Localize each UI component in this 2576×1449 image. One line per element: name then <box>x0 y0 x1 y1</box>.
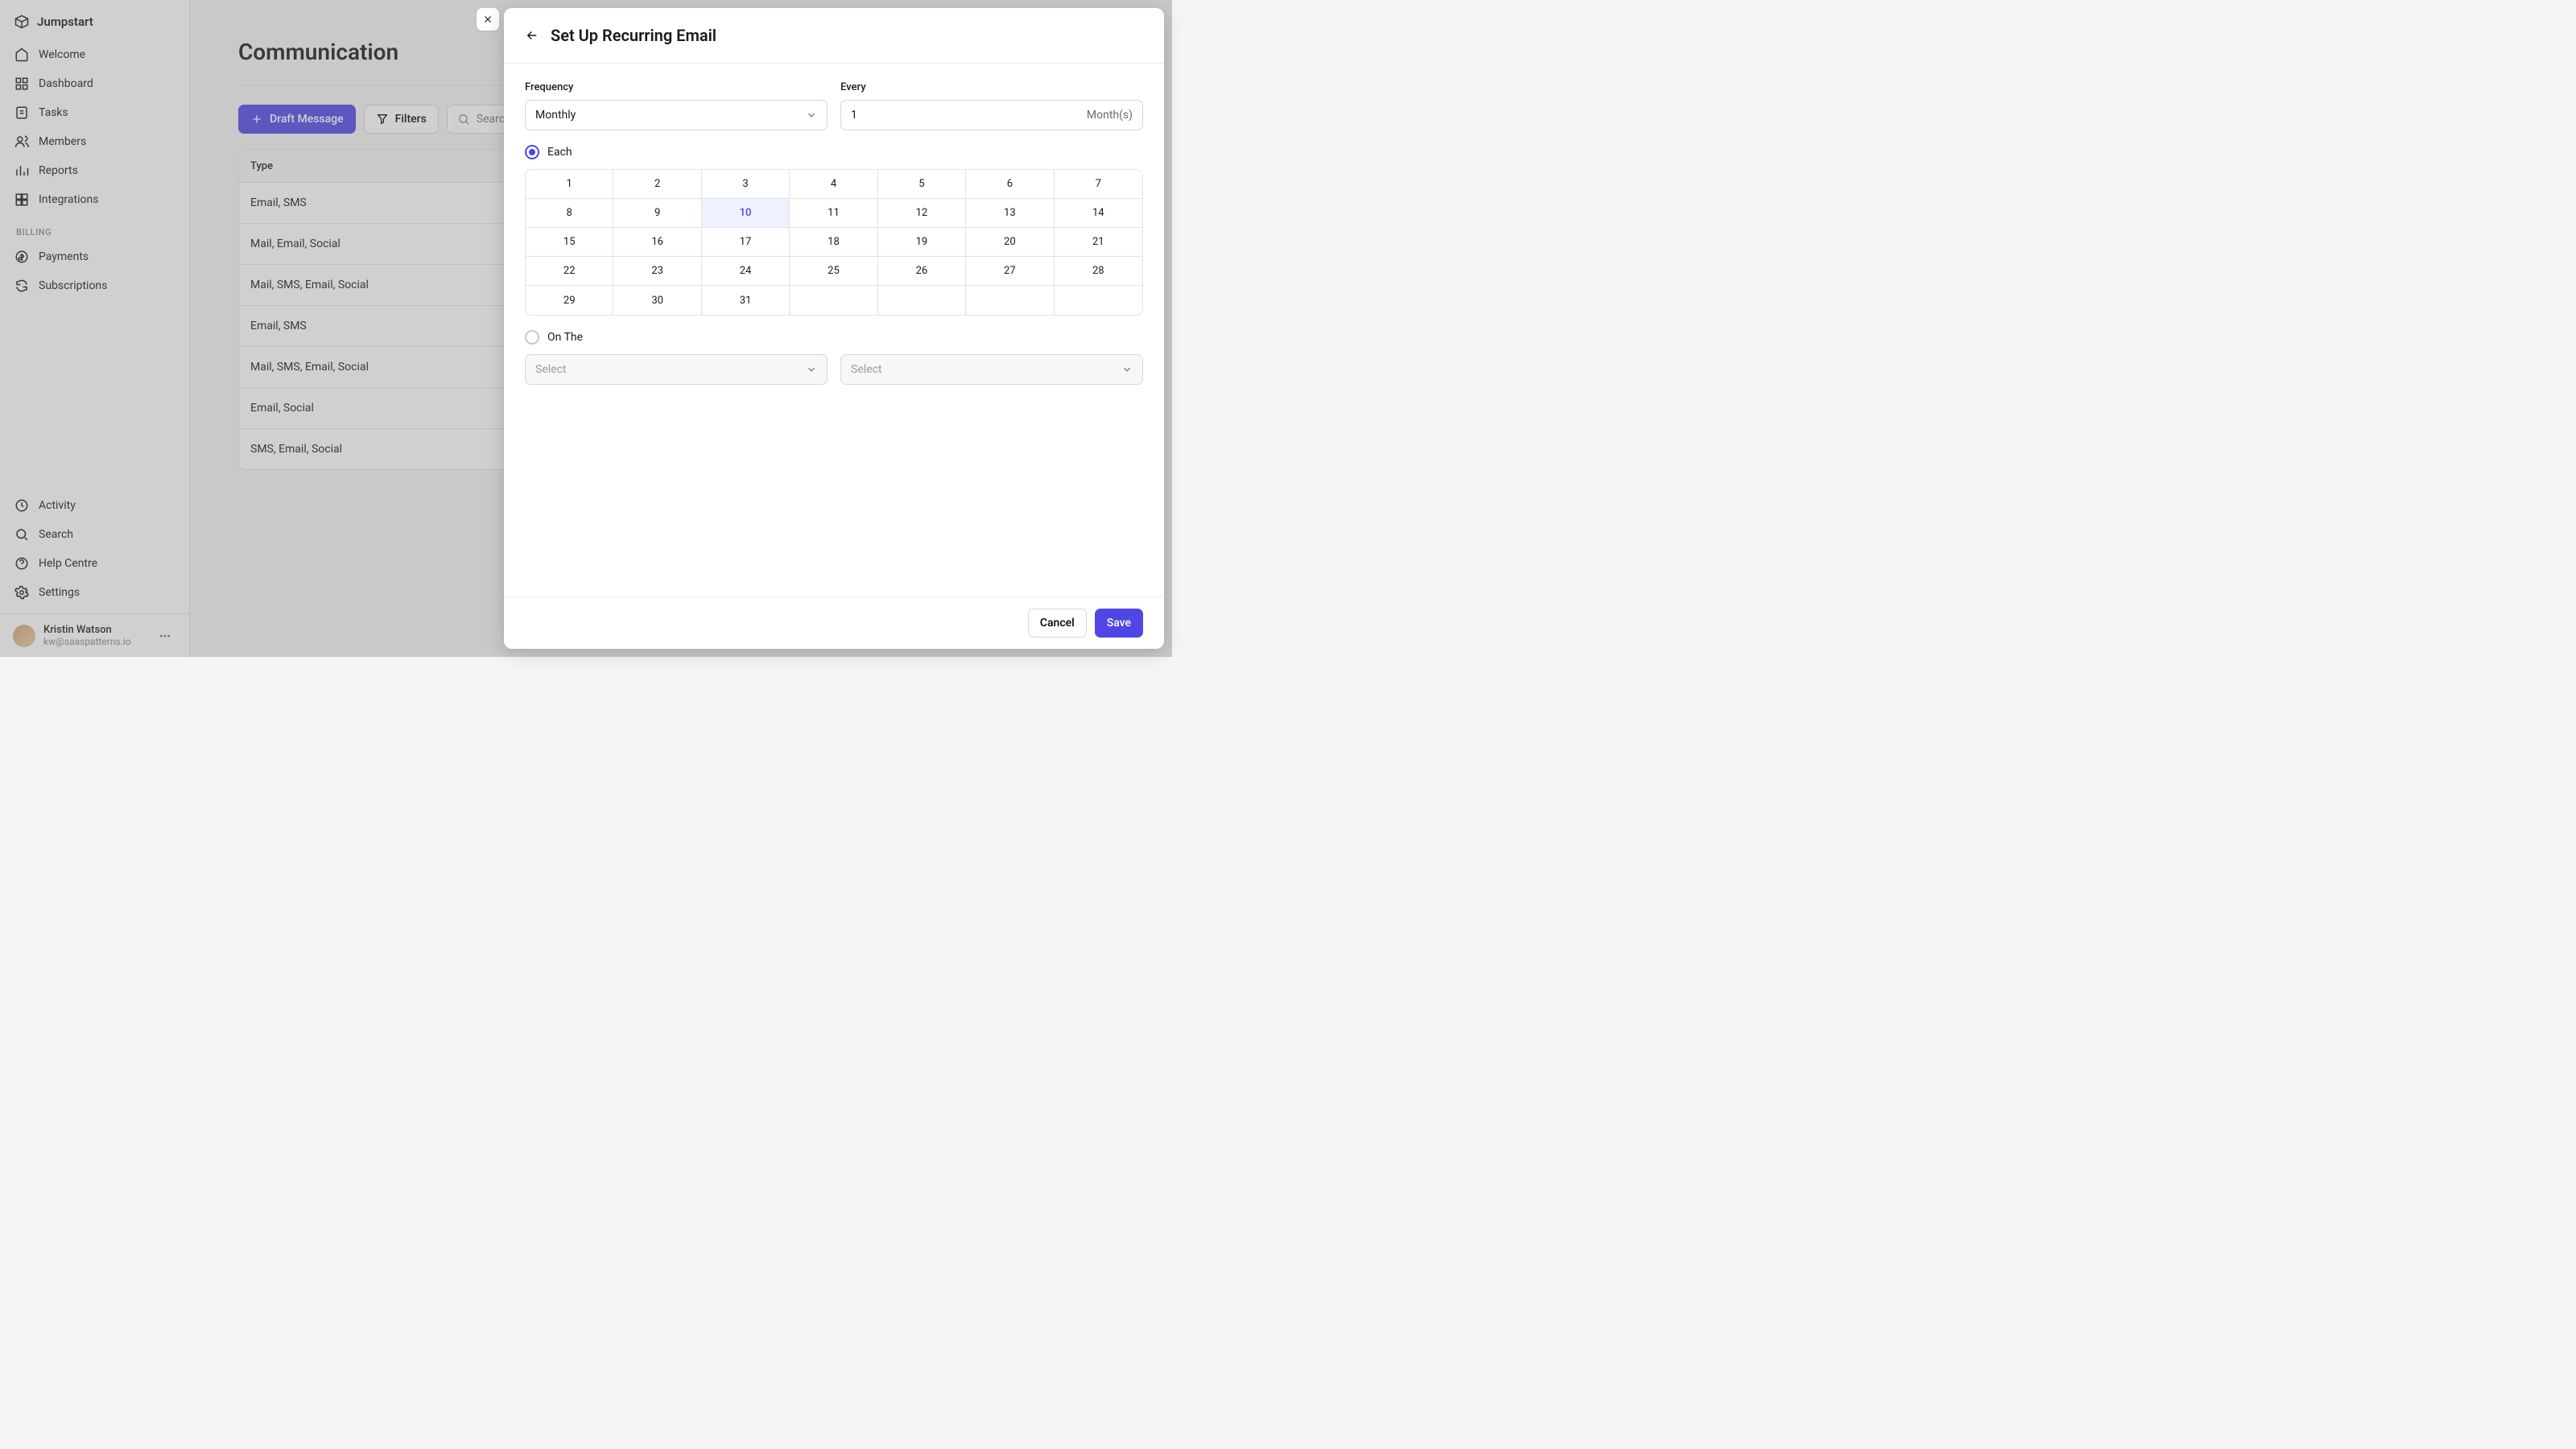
day-6[interactable]: 6 <box>966 170 1054 199</box>
drawer-title: Set Up Recurring Email <box>551 26 716 45</box>
every-label: Every <box>840 81 1143 93</box>
day-8[interactable]: 8 <box>526 199 613 228</box>
day-12[interactable]: 12 <box>878 199 966 228</box>
day-2[interactable]: 2 <box>613 170 701 199</box>
day-empty <box>1055 286 1142 315</box>
onthe-day-select[interactable]: Select <box>840 354 1143 385</box>
day-4[interactable]: 4 <box>790 170 877 199</box>
day-11[interactable]: 11 <box>790 199 877 228</box>
recurring-email-drawer: Set Up Recurring Email Frequency Monthly… <box>504 8 1164 649</box>
day-27[interactable]: 27 <box>966 257 1054 286</box>
save-button[interactable]: Save <box>1095 609 1143 638</box>
day-20[interactable]: 20 <box>966 228 1054 257</box>
radio-onthe-indicator <box>525 330 539 345</box>
every-input[interactable]: 1Month(s) <box>840 100 1143 130</box>
day-15[interactable]: 15 <box>526 228 613 257</box>
day-22[interactable]: 22 <box>526 257 613 286</box>
day-grid: 1234567891011121314151617181920212223242… <box>525 169 1143 316</box>
chevron-down-icon <box>806 109 817 121</box>
radio-onthe[interactable]: On The <box>525 330 1143 345</box>
day-17[interactable]: 17 <box>702 228 790 257</box>
day-25[interactable]: 25 <box>790 257 877 286</box>
radio-each-indicator <box>525 145 539 159</box>
day-21[interactable]: 21 <box>1055 228 1142 257</box>
chevron-down-icon <box>806 364 817 375</box>
day-29[interactable]: 29 <box>526 286 613 315</box>
day-10[interactable]: 10 <box>702 199 790 228</box>
day-28[interactable]: 28 <box>1055 257 1142 286</box>
day-empty <box>966 286 1054 315</box>
day-1[interactable]: 1 <box>526 170 613 199</box>
day-26[interactable]: 26 <box>878 257 966 286</box>
day-empty <box>878 286 966 315</box>
day-13[interactable]: 13 <box>966 199 1054 228</box>
frequency-label: Frequency <box>525 81 828 93</box>
day-5[interactable]: 5 <box>878 170 966 199</box>
day-18[interactable]: 18 <box>790 228 877 257</box>
chevron-down-icon <box>1121 364 1133 375</box>
day-16[interactable]: 16 <box>613 228 701 257</box>
day-3[interactable]: 3 <box>702 170 790 199</box>
day-19[interactable]: 19 <box>878 228 966 257</box>
day-30[interactable]: 30 <box>613 286 701 315</box>
day-23[interactable]: 23 <box>613 257 701 286</box>
frequency-select[interactable]: Monthly <box>525 100 828 130</box>
onthe-ordinal-select[interactable]: Select <box>525 354 828 385</box>
day-9[interactable]: 9 <box>613 199 701 228</box>
radio-each[interactable]: Each <box>525 145 1143 159</box>
cancel-button[interactable]: Cancel <box>1028 609 1087 638</box>
close-drawer-button[interactable] <box>477 8 499 31</box>
back-icon[interactable] <box>525 28 539 43</box>
day-7[interactable]: 7 <box>1055 170 1142 199</box>
day-24[interactable]: 24 <box>702 257 790 286</box>
close-icon <box>482 14 493 25</box>
day-31[interactable]: 31 <box>702 286 790 315</box>
day-empty <box>790 286 877 315</box>
day-14[interactable]: 14 <box>1055 199 1142 228</box>
